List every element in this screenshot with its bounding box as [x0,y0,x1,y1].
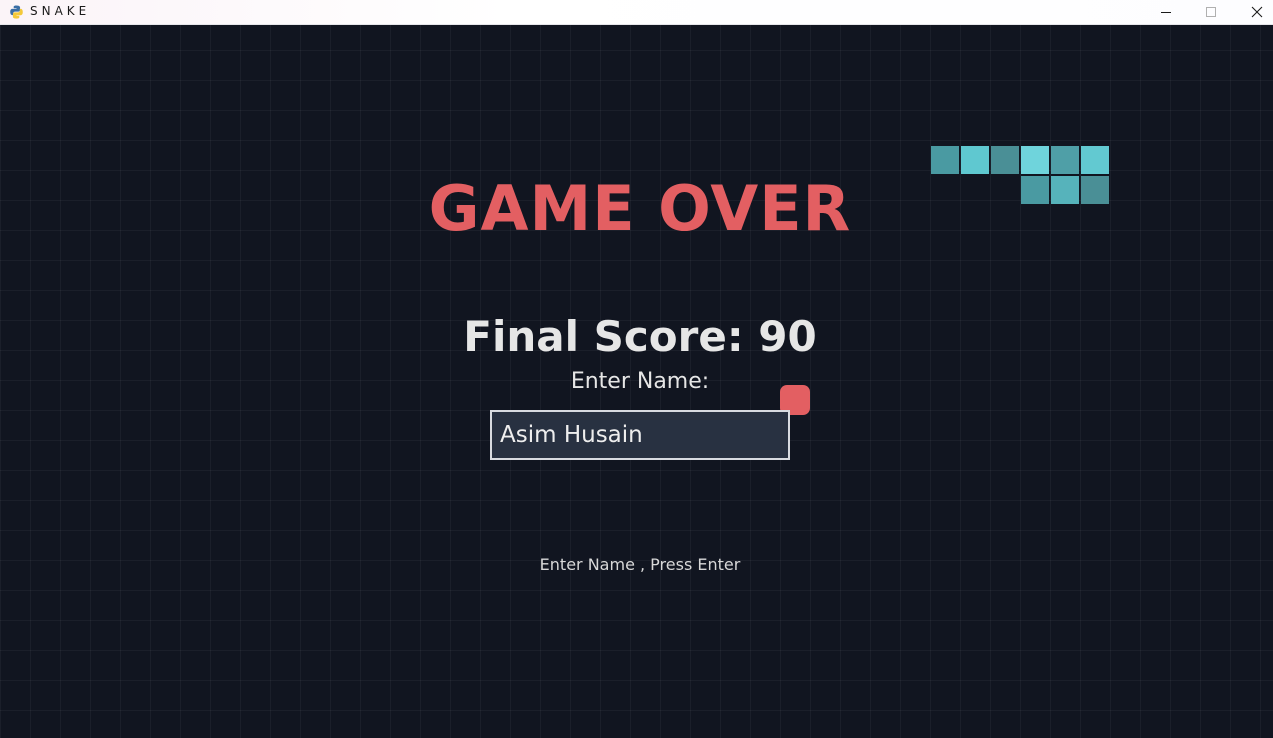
game-window: SNAKE GAME OVER Final Score: 90 Enter Na… [0,0,1273,738]
final-score: Final Score: 90 [463,312,817,361]
close-icon [1251,6,1263,18]
python-icon [10,5,23,19]
name-input[interactable] [490,410,790,460]
title-bar[interactable]: SNAKE [0,0,1273,25]
maximize-button[interactable] [1188,0,1234,24]
minimize-icon [1161,12,1171,13]
game-over-heading: GAME OVER [428,172,852,245]
name-prompt: Enter Name: [570,369,710,394]
minimize-button[interactable] [1143,0,1189,24]
close-button[interactable] [1234,0,1273,24]
maximize-icon [1206,7,1216,17]
instruction-hint: Enter Name , Press Enter [539,555,741,574]
window-title: SNAKE [30,4,91,18]
